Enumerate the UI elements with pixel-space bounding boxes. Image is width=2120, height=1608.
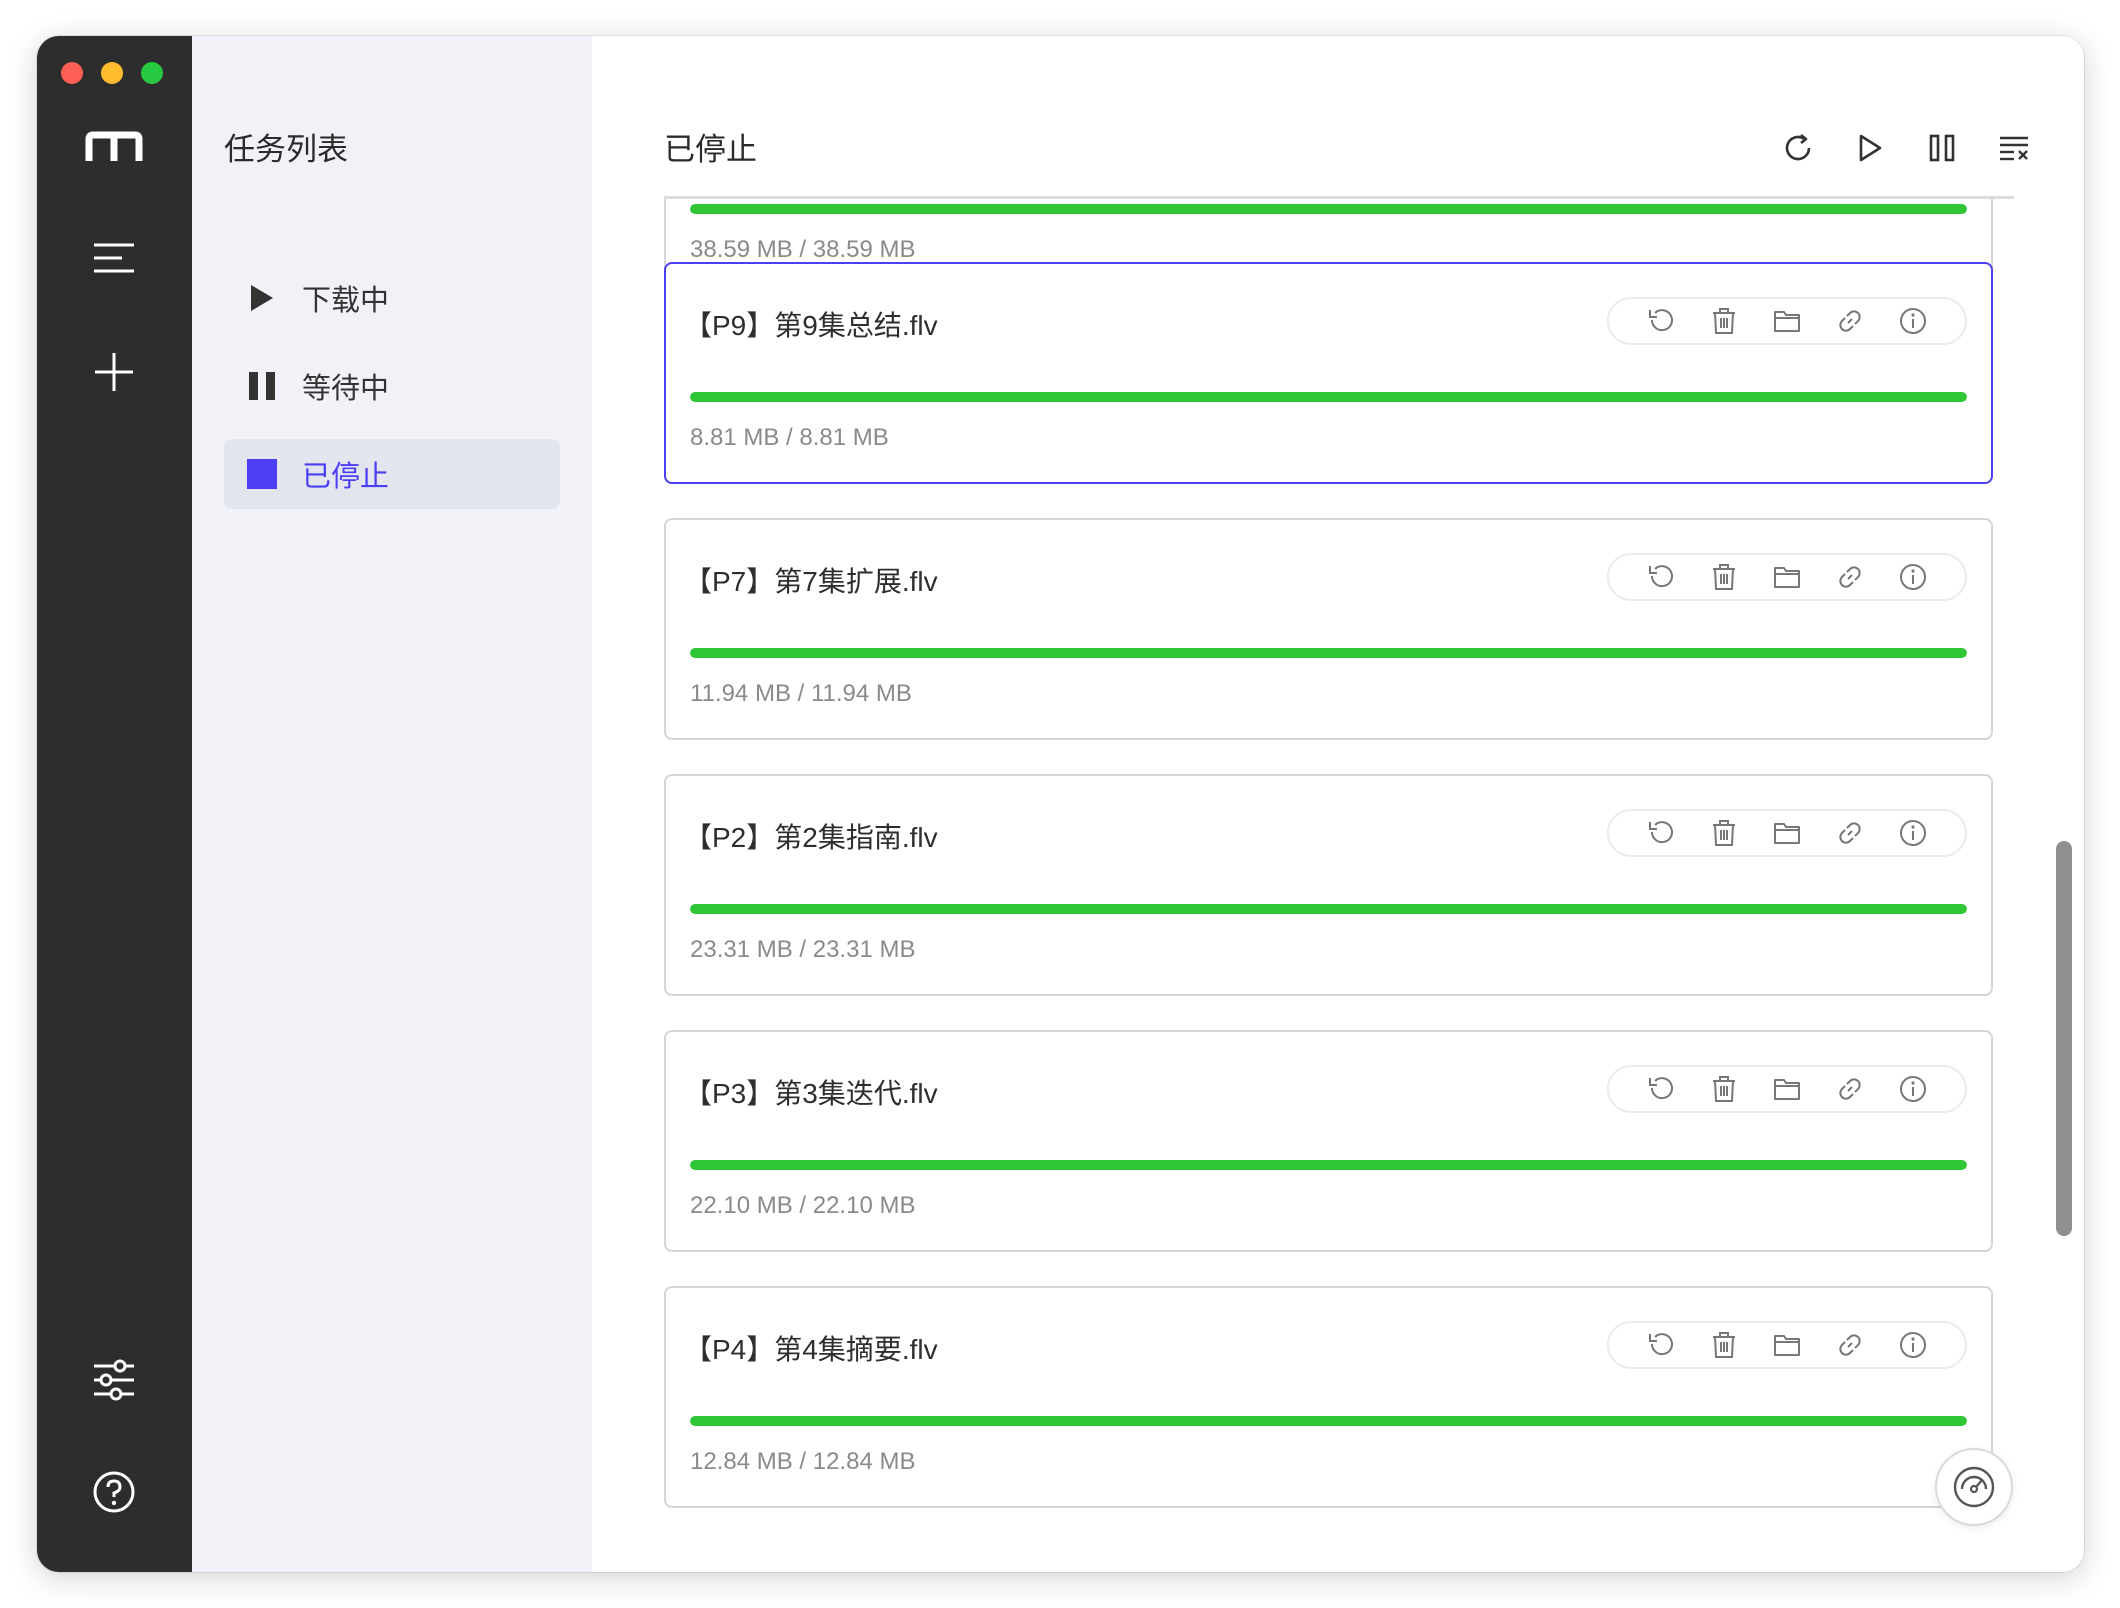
- progress-bar: [690, 1416, 1967, 1426]
- task-card[interactable]: 【P2】第2集指南.flv 23.31 MB / 23.31 MB: [664, 774, 1993, 996]
- task-actions: [1607, 809, 1967, 857]
- link-icon[interactable]: [1832, 559, 1868, 595]
- task-name: 【P3】第3集迭代.flv: [684, 1078, 938, 1109]
- play-outline-icon: [1859, 134, 1882, 162]
- progress-fill: [690, 1416, 1967, 1426]
- play-icon: [242, 278, 282, 318]
- link-icon[interactable]: [1832, 303, 1868, 339]
- speedometer-button[interactable]: [1935, 1448, 2013, 1526]
- restart-icon[interactable]: [1643, 815, 1679, 851]
- progress-bar: [690, 204, 1967, 214]
- restart-icon[interactable]: [1643, 559, 1679, 595]
- app-window: 任务列表 下载中 等待中 已停止 已停止 38.59 MB / 38.59 MB…: [37, 36, 2084, 1572]
- info-icon[interactable]: [1895, 815, 1931, 851]
- progress-fill: [690, 204, 1967, 214]
- progress-fill: [690, 904, 1967, 914]
- link-icon[interactable]: [1832, 815, 1868, 851]
- info-icon[interactable]: [1895, 303, 1931, 339]
- sidebar-item-stopped[interactable]: 已停止: [224, 439, 560, 509]
- task-actions: [1607, 1065, 1967, 1113]
- plus-icon[interactable]: [74, 332, 154, 412]
- progress-bar: [690, 904, 1967, 914]
- task-size: 22.10 MB / 22.10 MB: [690, 1192, 916, 1219]
- scrollbar-thumb[interactable]: [2056, 841, 2072, 1236]
- link-icon[interactable]: [1832, 1327, 1868, 1363]
- sidebar-item-label: 下载中: [302, 285, 390, 317]
- stop-square-icon: [242, 454, 282, 494]
- speedometer-icon: [1953, 1466, 1995, 1508]
- folder-icon[interactable]: [1769, 1071, 1805, 1107]
- progress-bar: [690, 1160, 1967, 1170]
- pause-icon: [242, 366, 282, 406]
- task-list: 38.59 MB / 38.59 MB 【P9】第9集总结.flv 8.81 MB …: [592, 196, 2084, 1572]
- info-icon[interactable]: [1895, 1071, 1931, 1107]
- sidebar-item-waiting[interactable]: 等待中: [224, 351, 560, 421]
- header-divider: [664, 196, 2014, 199]
- restart-icon[interactable]: [1643, 303, 1679, 339]
- trash-icon[interactable]: [1706, 815, 1742, 851]
- task-name: 【P7】第7集扩展.flv: [684, 566, 938, 597]
- progress-fill: [690, 392, 1967, 402]
- sliders-icon[interactable]: [74, 1340, 154, 1420]
- menu-lines-icon[interactable]: [74, 218, 154, 298]
- folder-icon[interactable]: [1769, 815, 1805, 851]
- sidebar-item-downloading[interactable]: 下载中: [224, 263, 560, 333]
- trash-icon[interactable]: [1706, 1327, 1742, 1363]
- task-size: 38.59 MB / 38.59 MB: [690, 236, 916, 263]
- clear-list-button[interactable]: [1990, 124, 2038, 172]
- restart-icon[interactable]: [1643, 1071, 1679, 1107]
- minimize-window-button[interactable]: [101, 62, 123, 84]
- pause-outline-icon: [1929, 134, 1955, 162]
- sidebar-title: 任务列表: [224, 132, 348, 167]
- nav-bar: [37, 36, 192, 1572]
- task-card[interactable]: 【P9】第9集总结.flv 8.81 MB / 8.81 MB: [664, 262, 1993, 484]
- link-icon[interactable]: [1832, 1071, 1868, 1107]
- trash-icon[interactable]: [1706, 303, 1742, 339]
- task-actions: [1607, 1321, 1967, 1369]
- task-name: 【P9】第9集总结.flv: [684, 310, 938, 341]
- task-size: 12.84 MB / 12.84 MB: [690, 1448, 916, 1475]
- info-icon[interactable]: [1895, 1327, 1931, 1363]
- task-size: 23.31 MB / 23.31 MB: [690, 936, 916, 963]
- sidebar-item-label: 已停止: [302, 461, 390, 493]
- progress-bar: [690, 392, 1967, 402]
- task-actions: [1607, 553, 1967, 601]
- sidebar-item-label: 等待中: [302, 373, 390, 405]
- task-size: 11.94 MB / 11.94 MB: [690, 680, 912, 707]
- task-card[interactable]: 【P7】第7集扩展.flv 11.94 MB / 11.94 MB: [664, 518, 1993, 740]
- help-circle-icon[interactable]: [74, 1452, 154, 1532]
- folder-icon[interactable]: [1769, 1327, 1805, 1363]
- folder-icon[interactable]: [1769, 303, 1805, 339]
- trash-icon[interactable]: [1706, 1071, 1742, 1107]
- info-icon[interactable]: [1895, 559, 1931, 595]
- task-size: 8.81 MB / 8.81 MB: [690, 424, 889, 451]
- task-sidebar: 任务列表 下载中 等待中 已停止: [192, 36, 592, 1572]
- progress-fill: [690, 648, 1967, 658]
- zoom-window-button[interactable]: [141, 62, 163, 84]
- task-name: 【P2】第2集指南.flv: [684, 822, 938, 853]
- motrix-logo-icon[interactable]: [74, 108, 154, 188]
- folder-icon[interactable]: [1769, 559, 1805, 595]
- restart-icon[interactable]: [1643, 1327, 1679, 1363]
- page-title: 已停止: [664, 132, 757, 167]
- clear-list-icon: [2000, 136, 2028, 161]
- task-card[interactable]: 【P4】第4集摘要.flv 12.84 MB / 12.84 MB: [664, 1286, 1993, 1508]
- close-window-button[interactable]: [61, 62, 83, 84]
- task-actions: [1607, 297, 1967, 345]
- main-panel: 已停止 38.59 MB / 38.59 MB 【P9】第9集总结.flv 8.…: [592, 36, 2084, 1572]
- pause-all-button[interactable]: [1918, 124, 1966, 172]
- progress-bar: [690, 648, 1967, 658]
- task-card[interactable]: 【P3】第3集迭代.flv 22.10 MB / 22.10 MB: [664, 1030, 1993, 1252]
- trash-icon[interactable]: [1706, 559, 1742, 595]
- progress-fill: [690, 1160, 1967, 1170]
- refresh-icon: [1785, 133, 1811, 161]
- resume-all-button[interactable]: [1846, 124, 1894, 172]
- task-name: 【P4】第4集摘要.flv: [684, 1334, 938, 1365]
- refresh-button[interactable]: [1774, 124, 1822, 172]
